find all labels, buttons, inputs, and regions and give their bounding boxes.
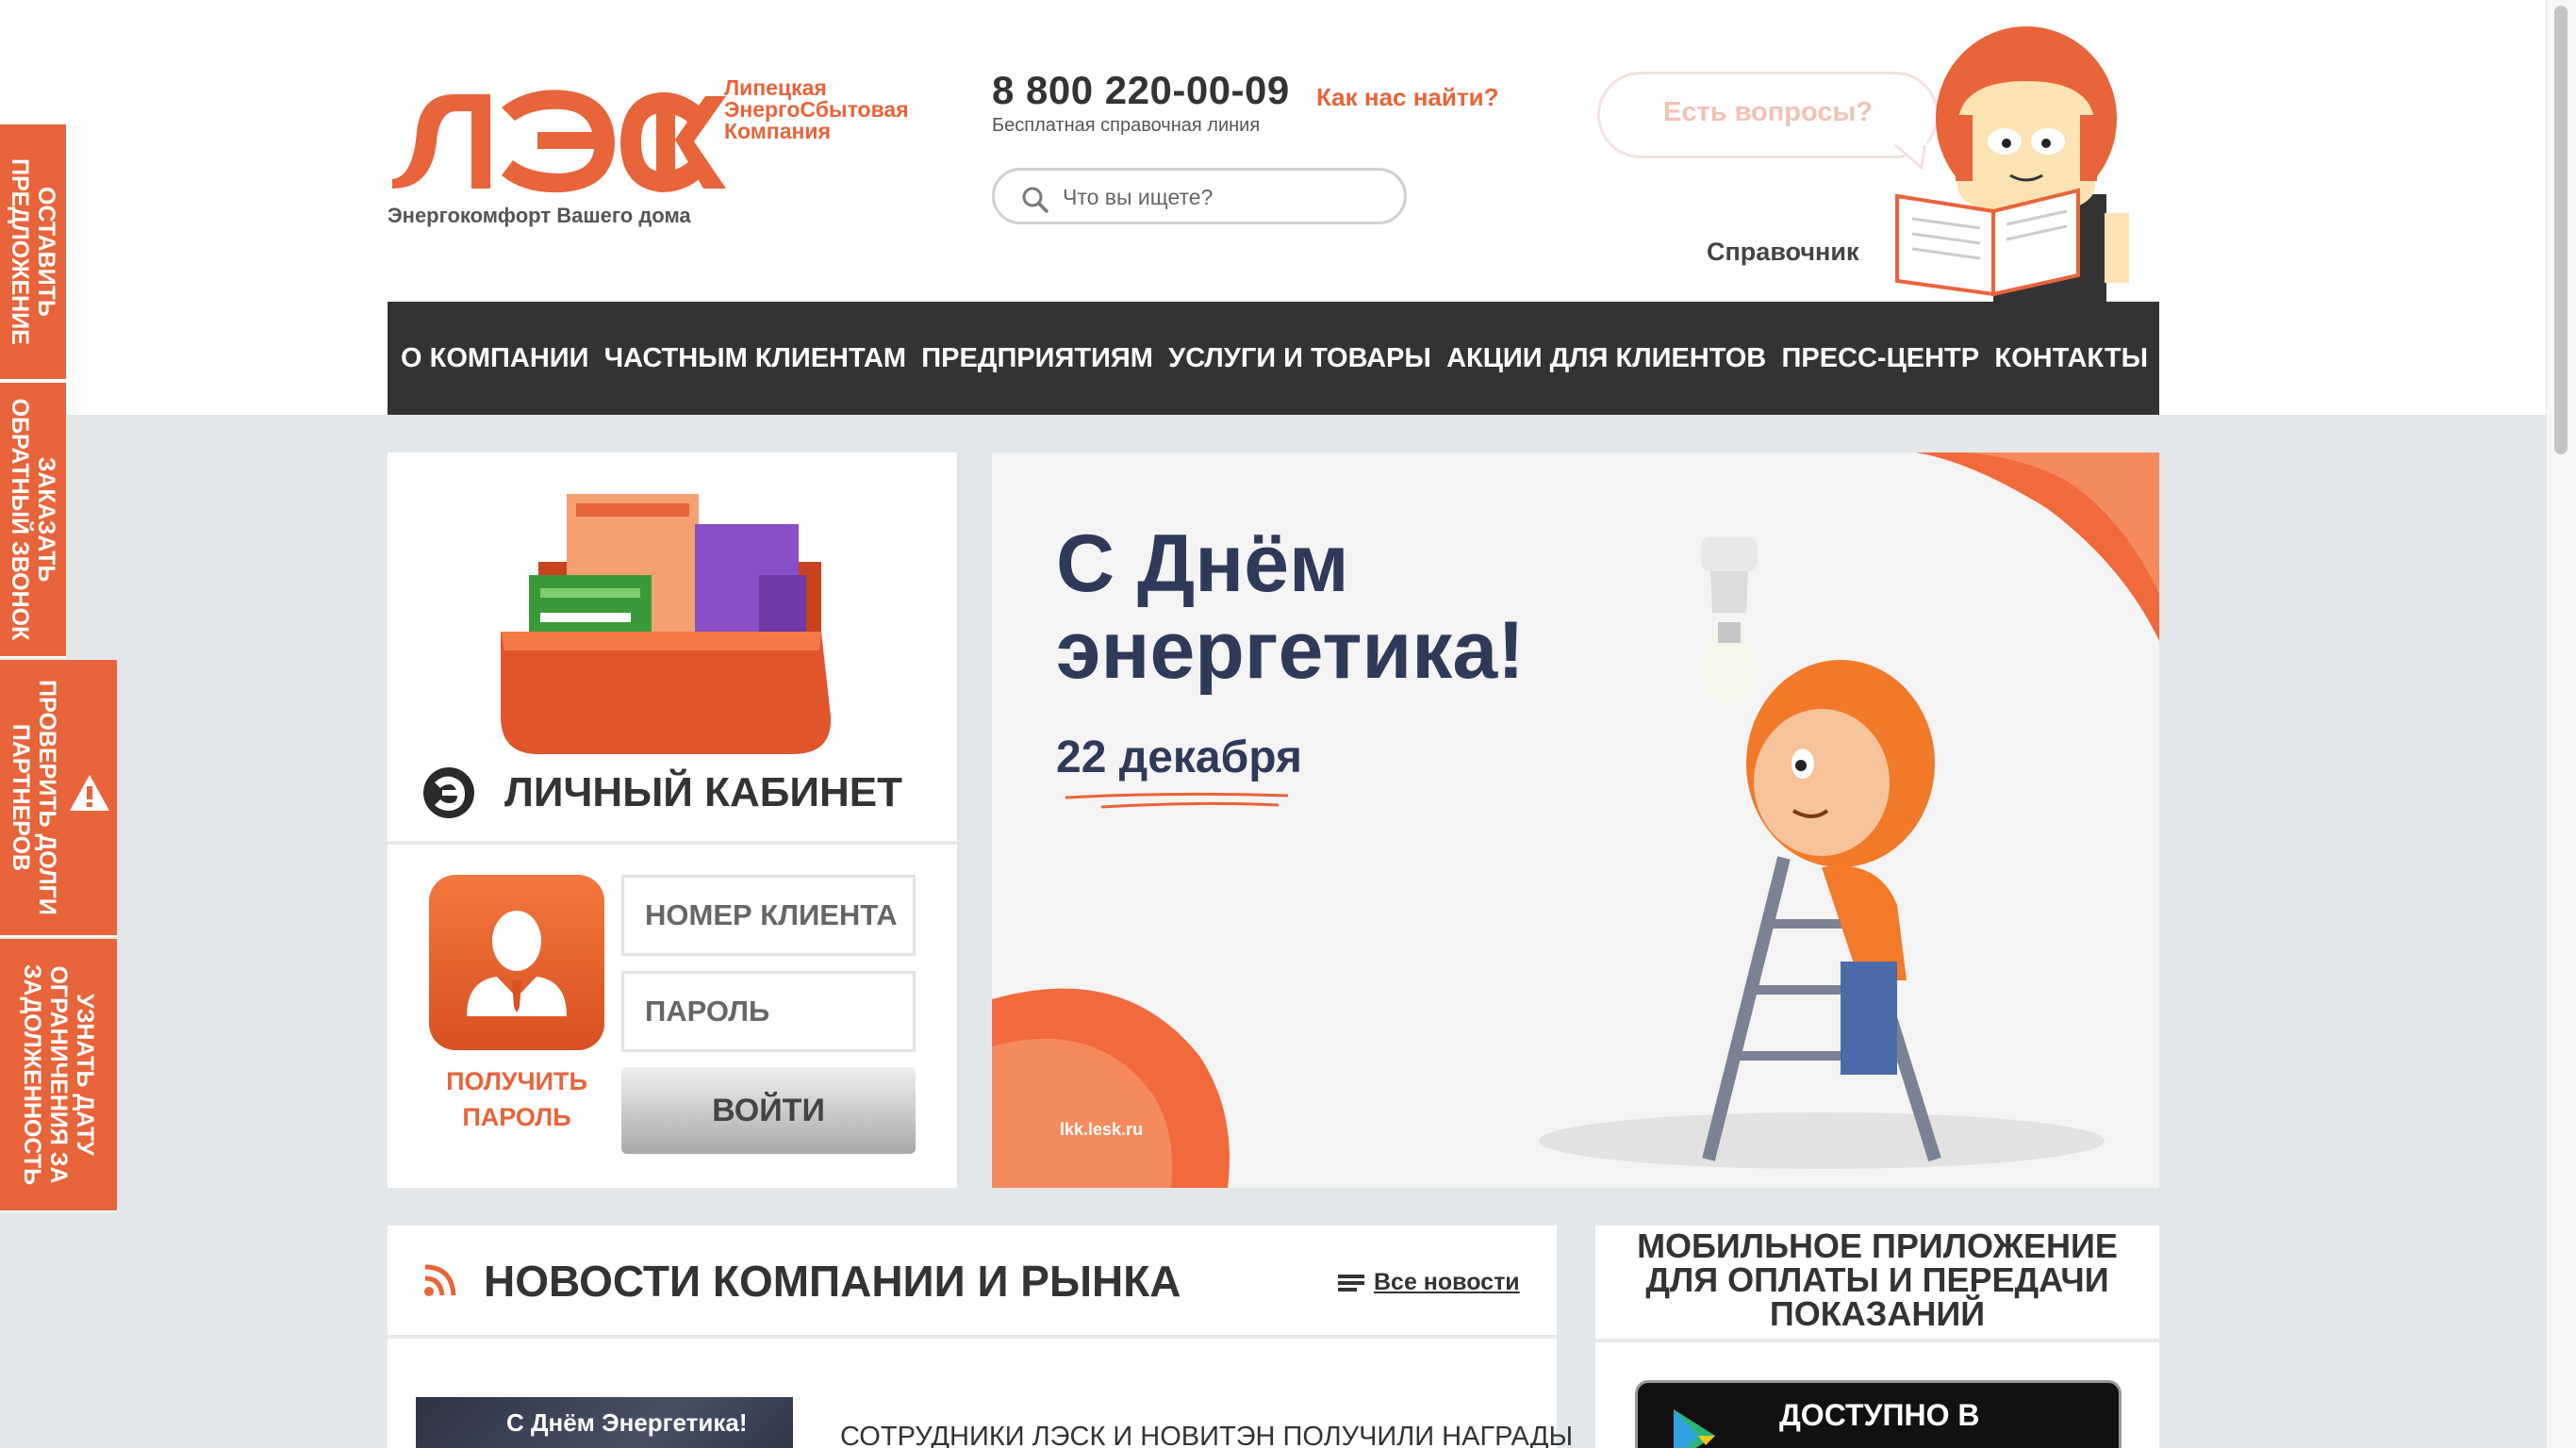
nav-enterprises[interactable]: ПРЕДПРИЯТИЯМ	[921, 343, 1153, 374]
date-underline-decoration	[1065, 792, 1289, 809]
cabinet-divider	[388, 841, 957, 845]
handbook-label[interactable]: Справочник	[1707, 238, 1858, 267]
client-number-input[interactable]	[621, 875, 916, 956]
folder-documents-illustration	[501, 494, 832, 754]
search-box[interactable]	[992, 168, 1407, 224]
company-name-line-2: ЭнергоСбытовая	[724, 97, 909, 122]
all-news-label: Все новости	[1374, 1269, 1520, 1295]
news-item-title[interactable]: СОТРУДНИКИ ЛЭСК И НОВИТЭН ПОЛУЧИЛИ НАГРА…	[840, 1422, 1573, 1448]
mobile-app-title: МОБИЛЬНОЕ ПРИЛОЖЕНИЕ ДЛЯ ОПЛАТЫ И ПЕРЕДА…	[1595, 1229, 2159, 1331]
google-play-badge[interactable]: ДОСТУПНО В	[1635, 1380, 2122, 1448]
side-tab-check-partner-debts[interactable]: ПРОВЕРИТЬ ДОЛГИ ПАРТНЕРОВ	[0, 660, 117, 937]
hotline-note: Бесплатная справочная линия	[992, 115, 1261, 136]
company-name-line-3: Компания	[724, 119, 831, 143]
banner-url: lkk.lesk.ru	[1060, 1120, 1144, 1139]
mobile-app-title-line-2: ДЛЯ ОПЛАТЫ И ПЕРЕДАЧИ	[1645, 1260, 2109, 1299]
news-title: НОВОСТИ КОМПАНИИ И РЫНКА	[484, 1257, 1181, 1306]
get-password-line-1: ПОЛУЧИТЬ	[446, 1067, 587, 1095]
cabinet-title: ЛИЧНЫЙ КАБИНЕТ	[504, 769, 902, 815]
rss-icon	[424, 1264, 456, 1296]
mobile-app-divider	[1595, 1339, 2159, 1342]
mobile-app-panel: МОБИЛЬНОЕ ПРИЛОЖЕНИЕ ДЛЯ ОПЛАТЫ И ПЕРЕДА…	[1595, 1226, 2159, 1448]
login-button[interactable]: ВОЙТИ	[621, 1067, 916, 1154]
banner-date: 22 декабря	[1056, 732, 1302, 782]
mobile-app-title-line-3: ПОКАЗАНИЙ	[1769, 1294, 1986, 1333]
side-tab-leave-suggestion-label: ОСТАВИТЬ ПРЕДЛОЖЕНИЕ	[7, 158, 59, 345]
side-tab-order-callback-label: ЗАКАЗАТЬ ОБРАТНЫЙ ЗВОНОК	[7, 398, 59, 641]
news-thumbnail-text: С Днём Энергетика!	[506, 1408, 748, 1437]
banner-title: С Днём энергетика!	[1056, 520, 1525, 694]
get-password-avatar-button[interactable]	[429, 875, 604, 1050]
search-icon[interactable]	[1021, 186, 1049, 214]
warning-icon	[70, 775, 109, 811]
nav-promotions[interactable]: АКЦИИ ДЛЯ КЛИЕНТОВ	[1446, 343, 1766, 374]
find-us-link[interactable]: Как нас найти?	[1316, 83, 1498, 112]
cabinet-title-row: ЛИЧНЫЙ КАБИНЕТ	[421, 760, 902, 826]
google-play-icon	[1674, 1409, 1715, 1448]
news-header: НОВОСТИ КОМПАНИИ И РЫНКА Все новости	[388, 1226, 1557, 1339]
main-navigation: О КОМПАНИИ ЧАСТНЫМ КЛИЕНТАМ ПРЕДПРИЯТИЯМ…	[388, 302, 2159, 415]
lesk-e-logo-icon	[423, 767, 474, 818]
news-panel: НОВОСТИ КОМПАНИИ И РЫНКА Все новости С Д…	[388, 1226, 1573, 1448]
site-header: Липецкая ЭнергоСбытовая Компания Энергок…	[0, 0, 2546, 415]
side-tab-check-partner-debts-label: ПРОВЕРИТЬ ДОЛГИ ПАРТНЕРОВ	[8, 680, 60, 915]
nav-about[interactable]: О КОМПАНИИ	[401, 343, 588, 374]
scrollbar-thumb[interactable]	[2554, 6, 2568, 454]
company-name: Липецкая ЭнергоСбытовая Компания	[724, 77, 909, 142]
password-input[interactable]	[621, 971, 916, 1052]
list-icon	[1338, 1274, 1364, 1292]
nav-services-goods[interactable]: УСЛУГИ И ТОВАРЫ	[1168, 343, 1431, 374]
get-password-line-2: ПАРОЛЬ	[462, 1103, 571, 1131]
questions-bubble[interactable]: Есть вопросы?	[1597, 72, 1939, 158]
questions-bubble-text: Есть вопросы?	[1663, 97, 1873, 127]
personal-cabinet-panel: ЛИЧНЫЙ КАБИНЕТ ПОЛУЧИТЬ ПАРОЛЬ ВОЙТИ	[388, 452, 957, 1188]
google-play-text: ДОСТУПНО В	[1779, 1398, 1980, 1432]
news-thumbnail[interactable]: С Днём Энергетика!	[416, 1397, 793, 1448]
side-tab-restriction-date[interactable]: УЗНАТЬ ДАТУ ОГРАНИЧЕНИЯ ЗА ЗАДОЛЖЕННОСТЬ	[0, 939, 117, 1212]
nav-contacts[interactable]: КОНТАКТЫ	[1994, 343, 2148, 374]
banner-title-line-2: энергетика!	[1056, 605, 1525, 696]
banner-title-line-1: С Днём	[1056, 518, 1349, 609]
all-news-link[interactable]: Все новости	[1338, 1269, 1520, 1296]
user-icon	[467, 911, 567, 1016]
nav-private-clients[interactable]: ЧАСТНЫМ КЛИЕНТАМ	[604, 343, 906, 374]
search-input[interactable]	[1063, 182, 1383, 212]
mascot-with-book-illustration[interactable]	[1890, 25, 2163, 302]
hotline-phone[interactable]: 8 800 220-00-09	[992, 68, 1290, 113]
mobile-app-title-line-1: МОБИЛЬНОЕ ПРИЛОЖЕНИЕ	[1637, 1226, 2118, 1265]
get-password-link[interactable]: ПОЛУЧИТЬ ПАРОЛЬ	[408, 1063, 625, 1135]
logo-k-letter	[656, 96, 726, 189]
promo-banner[interactable]: С Днём энергетика! 22 декабря lkk.lesk.r…	[992, 452, 2159, 1188]
side-tab-order-callback[interactable]: ЗАКАЗАТЬ ОБРАТНЫЙ ЗВОНОК	[0, 383, 66, 658]
company-name-line-1: Липецкая	[724, 75, 827, 100]
page-scrollbar[interactable]	[2546, 0, 2576, 1448]
tagline: Энергокомфорт Вашего дома	[388, 204, 691, 227]
nav-press-center[interactable]: ПРЕСС-ЦЕНТР	[1782, 343, 1980, 374]
side-tab-restriction-date-label: УЗНАТЬ ДАТУ ОГРАНИЧЕНИЯ ЗА ЗАДОЛЖЕННОСТЬ	[19, 963, 98, 1186]
side-tab-leave-suggestion[interactable]: ОСТАВИТЬ ПРЕДЛОЖЕНИЕ	[0, 124, 66, 381]
